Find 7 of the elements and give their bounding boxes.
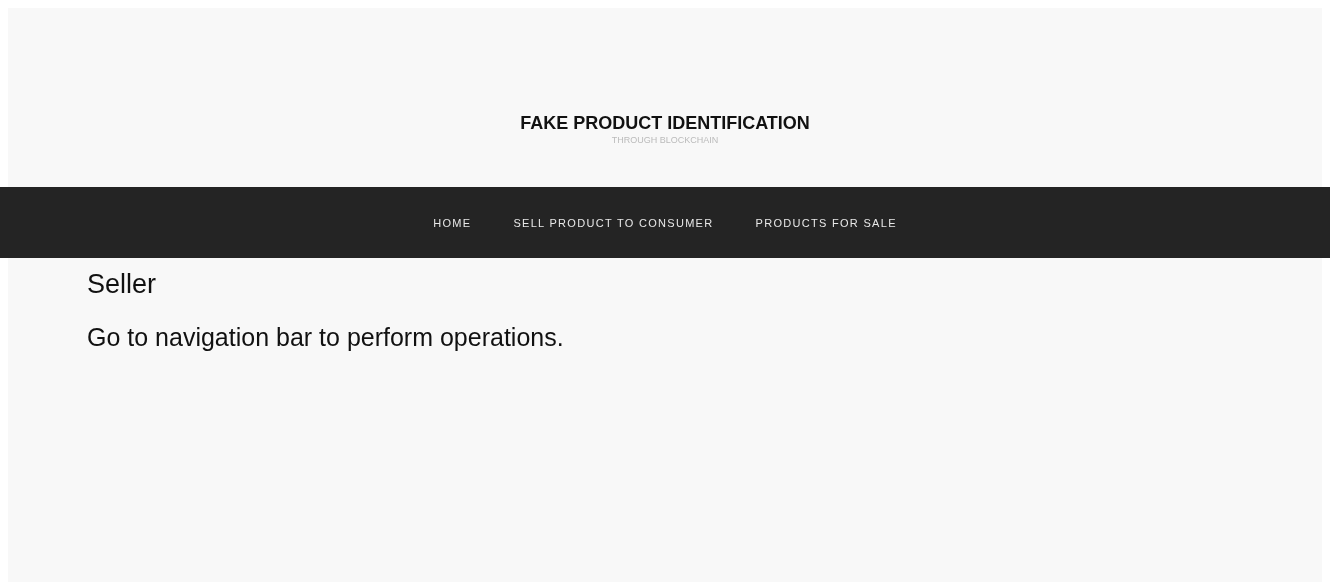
instruction-text: Go to navigation bar to perform operations. xyxy=(87,322,565,352)
site-title: FAKE PRODUCT IDENTIFICATION xyxy=(520,112,810,134)
site-subtitle: THROUGH BLOCKCHAIN xyxy=(611,134,719,146)
nav-link[interactable]: PRODUCTS FOR SALE xyxy=(755,216,897,229)
nav-link[interactable]: SELL PRODUCT TO CONSUMER xyxy=(513,216,714,229)
nav-link[interactable]: HOME xyxy=(433,216,472,229)
page-heading: Seller xyxy=(87,268,158,300)
